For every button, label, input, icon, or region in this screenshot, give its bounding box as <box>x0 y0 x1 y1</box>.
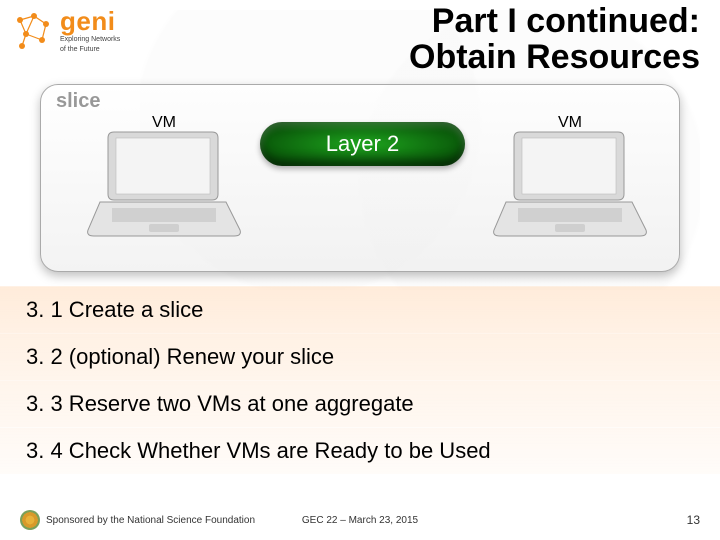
vm-right-label: VM <box>558 114 582 132</box>
vm-left: VM <box>84 120 244 240</box>
logo-brand-word: geni <box>60 8 120 34</box>
footer-event-text: GEC 22 – March 23, 2015 <box>0 515 720 526</box>
vm-right: VM <box>490 120 650 240</box>
laptop-icon <box>490 120 650 245</box>
step-item: 3. 4 Check Whether VMs are Ready to be U… <box>0 427 720 474</box>
footer-page-number: 13 <box>687 513 700 527</box>
step-item: 3. 2 (optional) Renew your slice <box>0 333 720 380</box>
slide: geni Exploring Networks of the Future Pa… <box>0 0 720 540</box>
logo-tagline-2: of the Future <box>60 46 120 54</box>
page-title: Part I continued: Obtain Resources <box>180 4 700 75</box>
logo-tagline-1: Exploring Networks <box>60 36 120 44</box>
geni-logo-icon <box>12 10 54 52</box>
layer2-link-label: Layer 2 <box>326 131 399 157</box>
title-line-2: Obtain Resources <box>180 40 700 76</box>
laptop-icon <box>84 120 244 245</box>
steps-list: 3. 1 Create a slice 3. 2 (optional) Rene… <box>0 286 720 474</box>
footer: Sponsored by the National Science Founda… <box>0 508 720 532</box>
layer2-link-pill: Layer 2 <box>260 122 465 166</box>
geni-logo-text: geni Exploring Networks of the Future <box>60 8 120 53</box>
vm-left-label: VM <box>152 114 176 132</box>
step-item: 3. 1 Create a slice <box>0 286 720 333</box>
geni-logo: geni Exploring Networks of the Future <box>12 8 120 53</box>
step-item: 3. 3 Reserve two VMs at one aggregate <box>0 380 720 427</box>
title-line-1: Part I continued: <box>180 4 700 40</box>
